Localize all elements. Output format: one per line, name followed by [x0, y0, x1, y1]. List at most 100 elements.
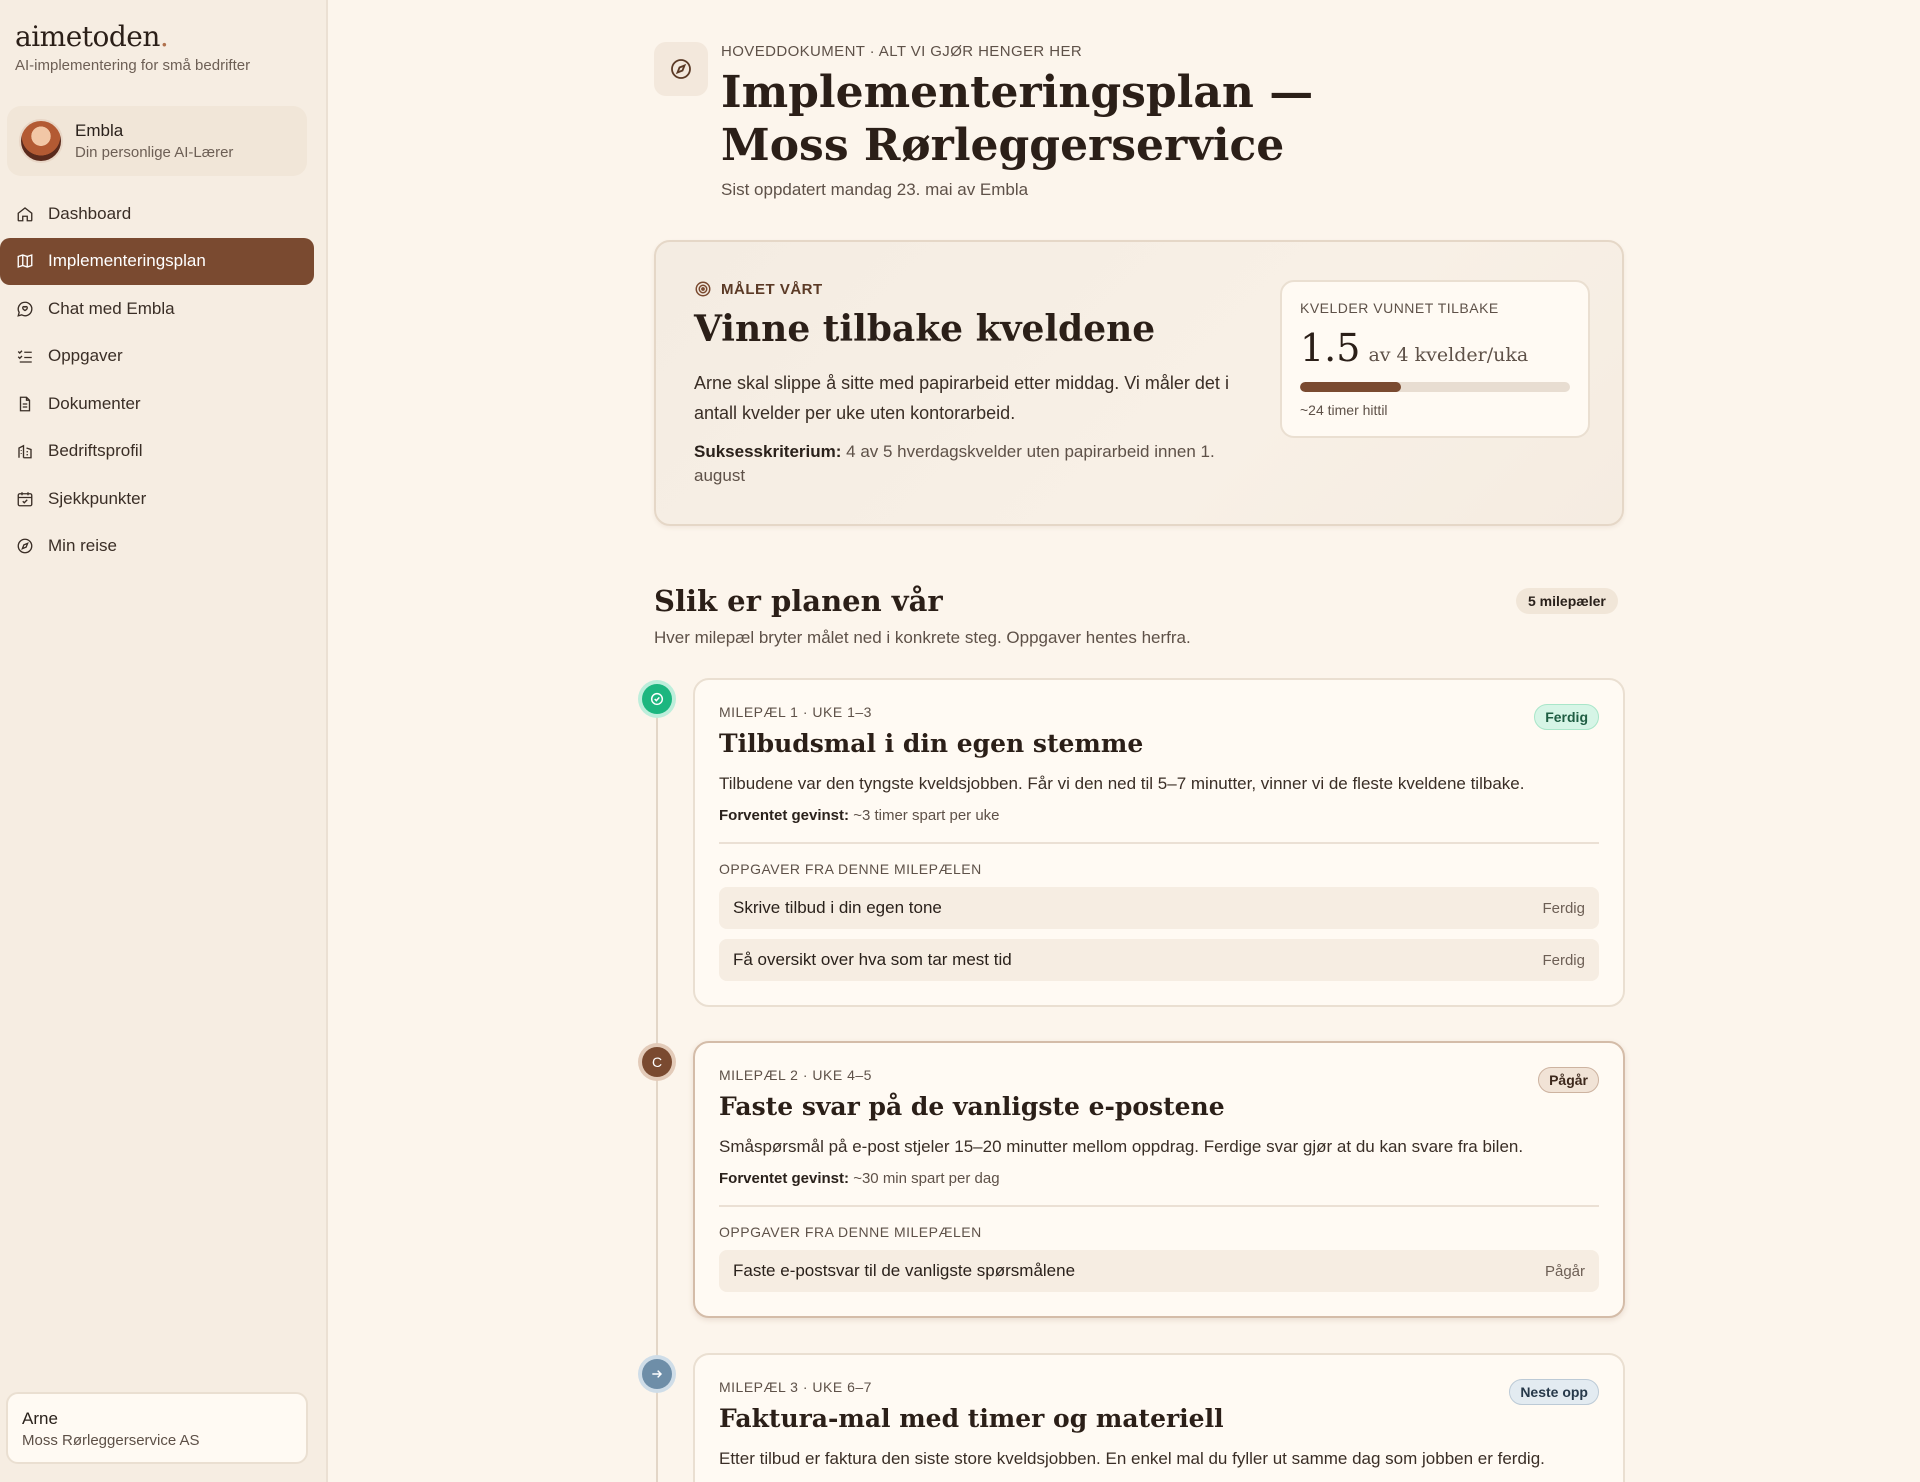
coach-text: Embla Din personlige AI-Lærer	[75, 121, 233, 161]
task-status: Ferdig	[1542, 899, 1585, 917]
milestone-description: Etter tilbud er faktura den siste store …	[719, 1449, 1545, 1468]
sidebar: aimetoden. AI-implementering for små bed…	[0, 0, 328, 1482]
gain-label: Forventet gevinst:	[719, 807, 850, 824]
brand[interactable]: aimetoden. AI-implementering for små bed…	[15, 20, 250, 74]
goal-title: Vinne tilbake kveldene	[694, 308, 1156, 350]
gain-label: Forventet gevinst:	[719, 1170, 850, 1187]
sidebar-item-implementeringsplan[interactable]: Implementeringsplan	[0, 237, 314, 285]
status-badge: Ferdig	[1534, 704, 1599, 730]
milestone-card[interactable]: Ferdig MILEPÆL 1 · UKE 1–3 Tilbudsmal i …	[693, 678, 1625, 1007]
milestone-gain: Forventet gevinst: ~30 min spart per dag	[719, 1170, 1599, 1187]
task-status: Pågår	[1544, 1262, 1585, 1280]
sidebar-item-chat[interactable]: Chat med Embla	[0, 285, 314, 332]
brand-tagline: AI-implementering for små bedrifter	[15, 57, 251, 74]
milestone-description: Småspørsmål på e-post stjeler 15–20 minu…	[719, 1137, 1524, 1156]
coach-name: Embla	[75, 121, 124, 140]
page-eyebrow: HOVEDDOKUMENT · ALT VI GJØR HENGER HER	[721, 43, 1083, 60]
tasks-label: OPPGAVER FRA DENNE MILEPÆLEN	[719, 1224, 982, 1240]
milestone-description: Tilbudene var den tyngste kveldsjobben. …	[719, 774, 1525, 793]
sidebar-nav: Dashboard Implementeringsplan Chat med E…	[0, 190, 314, 570]
sidebar-item-label: Bedriftsprofil	[48, 441, 143, 460]
metric-unit: av 4 kvelder/uka	[1368, 344, 1529, 366]
gain-text: ~30 min spart per dag	[853, 1170, 1000, 1187]
user-name: Arne	[22, 1409, 58, 1428]
compass-icon	[15, 536, 35, 556]
task-row[interactable]: Skrive tilbud i din egen tone Ferdig	[719, 887, 1599, 929]
chat-icon	[15, 299, 35, 319]
checklist-icon	[15, 346, 35, 366]
brand-logo[interactable]: aimetoden.	[15, 20, 250, 53]
tasks-label: OPPGAVER FRA DENNE MILEPÆLEN	[719, 861, 982, 877]
milestone-active-letter: C	[651, 1054, 663, 1070]
sidebar-item-label: Dokumenter	[48, 393, 141, 413]
sidebar-item-label: Min reise	[48, 536, 117, 555]
sidebar-item-dashboard[interactable]: Dashboard	[0, 190, 314, 237]
status-badge: Neste opp	[1509, 1379, 1599, 1405]
milestone-title: Faste svar på de vanligste e-postene	[719, 1092, 1225, 1121]
user-card[interactable]: Arne Moss Rørleggerservice AS	[6, 1392, 308, 1464]
milestone-eyebrow: MILEPÆL 2 · UKE 4–5	[719, 1067, 872, 1083]
user-company: Moss Rørleggerservice AS	[22, 1432, 200, 1449]
map-icon	[15, 251, 35, 271]
sidebar-item-label: Implementeringsplan	[48, 251, 206, 270]
metric-row: 1.5 av 4 kvelder/uka	[1300, 326, 1570, 370]
milestone-done-dot	[642, 684, 672, 714]
task-name: Skrive tilbud i din egen tone	[733, 898, 942, 917]
divider	[719, 842, 1599, 844]
metric-progress-bar	[1300, 382, 1570, 392]
task-status: Ferdig	[1542, 951, 1585, 969]
evenings-metric: KVELDER VUNNET TILBAKE 1.5 av 4 kvelder/…	[1280, 280, 1590, 438]
sidebar-item-sjekkpunkter[interactable]: Sjekkpunkter	[0, 475, 314, 522]
goal-card: MÅLET VÅRT Vinne tilbake kveldene Arne s…	[654, 240, 1624, 526]
brand-dot: .	[159, 20, 169, 53]
milestone-card[interactable]: Neste opp MILEPÆL 3 · UKE 6–7 Faktura-ma…	[693, 1353, 1625, 1482]
success-criterion: Suksesskriterium: 4 av 5 hverdagskvelder…	[694, 440, 1254, 488]
milestone-gain: Forventet gevinst: ~3 timer spart per uk…	[719, 807, 1599, 824]
coach-role: Din personlige AI-Lærer	[75, 144, 234, 161]
arrow-right-icon	[652, 1370, 663, 1378]
task-name: Få oversikt over hva som tar mest tid	[733, 950, 1012, 969]
check-circle-icon	[650, 692, 664, 706]
milestone-card[interactable]: Pågår MILEPÆL 2 · UKE 4–5 Faste svar på …	[693, 1041, 1625, 1318]
success-criterion-label: Suksesskriterium:	[694, 442, 842, 461]
home-icon	[15, 204, 35, 224]
main-content: HOVEDDOKUMENT · ALT VI GJØR HENGER HER I…	[328, 0, 1920, 1482]
sidebar-item-label: Dashboard	[48, 203, 132, 223]
calendar-check-icon	[15, 489, 35, 509]
metric-progress-fill	[1300, 382, 1402, 392]
coach-card[interactable]: Embla Din personlige AI-Lærer	[7, 106, 307, 176]
page-title: Implementeringsplan — Moss Rørleggerserv…	[721, 67, 1314, 171]
goal-description: Arne skal slippe å sitte med papirarbeid…	[694, 373, 1229, 423]
metric-value: 1.5	[1300, 326, 1361, 370]
milestone-title: Tilbudsmal i din egen stemme	[719, 729, 1144, 758]
status-badge: Pågår	[1538, 1067, 1599, 1093]
sidebar-item-label: Oppgaver	[48, 346, 123, 365]
milestone-count-badge: 5 milepæler	[1516, 588, 1618, 614]
brand-name: aimetoden	[15, 20, 160, 53]
milestone-eyebrow: MILEPÆL 3 · UKE 6–7	[719, 1379, 872, 1395]
target-icon	[694, 280, 712, 298]
sidebar-item-bedriftsprofil[interactable]: Bedriftsprofil	[0, 428, 314, 475]
sidebar-item-label: Sjekkpunkter	[48, 488, 147, 508]
plan-title: Slik er planen vår	[654, 584, 943, 618]
metric-label: KVELDER VUNNET TILBAKE	[1300, 300, 1499, 316]
compass-icon	[654, 42, 708, 96]
building-icon	[15, 441, 35, 461]
sidebar-item-dokumenter[interactable]: Dokumenter	[0, 380, 314, 427]
sidebar-item-oppgaver[interactable]: Oppgaver	[0, 333, 314, 380]
milestone-next-dot	[642, 1359, 672, 1389]
task-row[interactable]: Faste e-postsvar til de vanligste spørsm…	[719, 1250, 1599, 1292]
sidebar-item-min-reise[interactable]: Min reise	[0, 523, 314, 570]
metric-footnote: ~24 timer hittil	[1300, 402, 1388, 418]
goal-eyebrow: MÅLET VÅRT	[694, 280, 823, 298]
milestone-title: Faktura-mal med timer og materiell	[719, 1404, 1224, 1433]
goal-eyebrow-label: MÅLET VÅRT	[721, 280, 823, 298]
task-row[interactable]: Få oversikt over hva som tar mest tid Fe…	[719, 939, 1599, 981]
task-name: Faste e-postsvar til de vanligste spørsm…	[733, 1261, 1076, 1280]
divider	[719, 1205, 1599, 1207]
document-icon	[15, 394, 35, 414]
sidebar-item-label: Chat med Embla	[48, 298, 175, 318]
last-updated: Sist oppdatert mandag 23. mai av Embla	[721, 180, 1029, 199]
milestone-eyebrow: MILEPÆL 1 · UKE 1–3	[719, 704, 872, 720]
plan-subtitle: Hver milepæl bryter målet ned i konkrete…	[654, 628, 1191, 647]
